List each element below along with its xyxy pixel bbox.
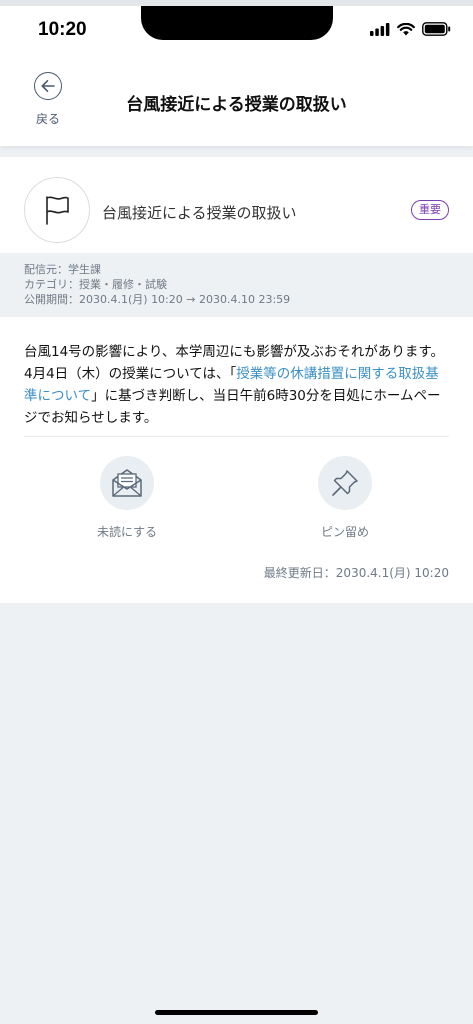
system-icons [370,22,451,36]
envelope-icon [100,456,154,510]
notice-card: 台風接近による授業の取扱い 重要 配信元：学生課 カテゴリ：授業・履修・試験 公… [0,157,473,603]
divider [24,436,449,437]
status-time: 10:20 [38,19,87,40]
meta-sender: 配信元：学生課 [24,263,101,276]
navigation-header: 戻る 台風接近による授業の取扱い [0,52,473,146]
notice-body: 台風14号の影響により、本学周辺にも影響が及ぶおそれがあります。4月4日（木）の… [24,341,450,429]
notice-meta: 配信元：学生課 カテゴリ：授業・履修・試験 公開期間：2030.4.1(月) 1… [0,253,473,317]
pin-label: ピン留め [320,525,369,539]
notch [141,6,333,40]
pin-button[interactable]: ピン留め [285,456,405,540]
notice-title: 台風接近による授業の取扱い [102,204,297,222]
home-indicator[interactable] [155,1010,318,1015]
flag-icon [24,177,90,243]
wifi-icon [397,22,415,35]
pin-icon [318,456,372,510]
status-bar: 10:20 [0,0,473,52]
notice-header: 台風接近による授業の取扱い 重要 [0,157,473,253]
mark-unread-label: 未読にする [96,525,158,539]
battery-icon [422,22,451,36]
mark-unread-button[interactable]: 未読にする [67,456,187,540]
importance-badge: 重要 [411,200,449,220]
signal-icon [370,22,390,36]
meta-category: カテゴリ：授業・履修・試験 [24,278,167,291]
page-title: 台風接近による授業の取扱い [126,95,347,115]
meta-period: 公開期間：2030.4.1(月) 10:20 → 2030.4.10 23:59 [24,293,291,306]
last-updated: 最終更新日：2030.4.1(月) 10:20 [263,566,449,580]
